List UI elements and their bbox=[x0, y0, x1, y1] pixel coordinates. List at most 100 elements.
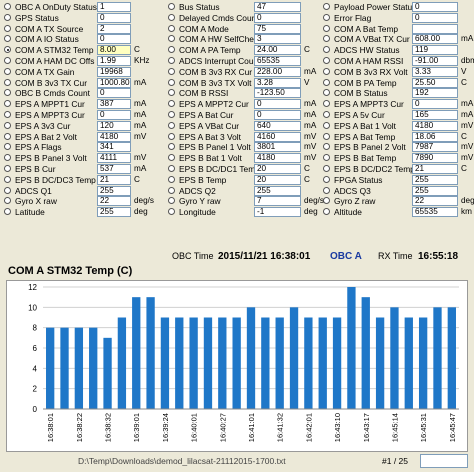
select-radio[interactable] bbox=[168, 46, 175, 54]
bar bbox=[203, 317, 213, 409]
select-radio[interactable] bbox=[168, 13, 175, 21]
select-radio[interactable] bbox=[323, 175, 330, 183]
select-radio[interactable] bbox=[323, 110, 330, 118]
select-radio[interactable] bbox=[4, 13, 11, 21]
select-radio[interactable] bbox=[323, 143, 330, 151]
field-label: EPS B Bat 1 Volt bbox=[179, 153, 242, 164]
y-tick-label: 4 bbox=[33, 364, 38, 373]
select-radio[interactable] bbox=[168, 110, 175, 118]
select-radio[interactable] bbox=[4, 100, 11, 108]
select-radio[interactable] bbox=[4, 208, 11, 216]
field-value: 1 bbox=[97, 2, 131, 12]
select-radio[interactable] bbox=[4, 154, 11, 162]
select-radio[interactable] bbox=[4, 56, 11, 64]
select-radio[interactable] bbox=[323, 132, 330, 140]
select-radio[interactable] bbox=[4, 110, 11, 118]
select-radio[interactable] bbox=[4, 24, 11, 32]
select-radio[interactable] bbox=[168, 67, 175, 75]
select-radio[interactable] bbox=[4, 3, 11, 10]
select-radio[interactable] bbox=[323, 186, 330, 194]
select-radio[interactable] bbox=[323, 197, 330, 205]
field-value: 0 bbox=[97, 88, 131, 99]
field-value: 65535 bbox=[412, 207, 458, 218]
select-radio[interactable] bbox=[168, 154, 175, 162]
select-radio[interactable] bbox=[323, 56, 330, 64]
field-unit: dbm bbox=[461, 55, 474, 65]
field-value: 120 bbox=[97, 120, 131, 131]
select-radio[interactable] bbox=[168, 132, 175, 140]
select-radio[interactable] bbox=[4, 121, 11, 129]
select-radio[interactable] bbox=[168, 78, 175, 86]
y-tick-label: 10 bbox=[28, 303, 37, 312]
field-label: Bus Status bbox=[179, 2, 220, 12]
field-unit: C bbox=[134, 45, 140, 55]
select-radio[interactable] bbox=[323, 46, 330, 54]
select-radio[interactable] bbox=[168, 208, 175, 216]
select-radio[interactable] bbox=[323, 24, 330, 32]
bar bbox=[117, 317, 127, 409]
select-radio[interactable] bbox=[323, 35, 330, 43]
select-radio[interactable] bbox=[323, 164, 330, 172]
field-value: 255 bbox=[97, 207, 131, 218]
field-value: 255 bbox=[97, 185, 131, 196]
field-value: 119 bbox=[412, 45, 458, 56]
field-unit: C bbox=[461, 163, 467, 173]
select-radio[interactable] bbox=[4, 78, 11, 86]
select-radio[interactable] bbox=[168, 100, 175, 108]
field-value: 228.00 bbox=[254, 66, 301, 77]
select-radio[interactable] bbox=[323, 78, 330, 86]
obc-selector[interactable]: OBC A bbox=[330, 251, 362, 262]
field-unit: C bbox=[304, 163, 310, 173]
select-radio[interactable] bbox=[168, 121, 175, 129]
field-value: 608.00 bbox=[412, 34, 458, 45]
select-radio[interactable] bbox=[323, 13, 330, 21]
field-label: COM A TX Gain bbox=[15, 66, 75, 77]
select-radio[interactable] bbox=[323, 3, 330, 10]
select-radio[interactable] bbox=[4, 143, 11, 151]
select-radio[interactable] bbox=[168, 3, 175, 10]
select-radio[interactable] bbox=[4, 67, 11, 75]
field-unit: deg bbox=[304, 207, 318, 217]
select-radio[interactable] bbox=[323, 208, 330, 216]
select-radio[interactable] bbox=[323, 89, 330, 97]
select-radio[interactable] bbox=[4, 197, 11, 205]
select-radio[interactable] bbox=[168, 186, 175, 194]
y-tick-label: 2 bbox=[33, 385, 38, 394]
select-radio[interactable] bbox=[4, 46, 11, 54]
field-unit: deg/s bbox=[461, 196, 474, 206]
select-radio[interactable] bbox=[4, 35, 11, 43]
field-value: 7987 bbox=[412, 142, 458, 153]
field-unit: mA bbox=[134, 109, 147, 119]
select-radio[interactable] bbox=[4, 164, 11, 172]
field-label: COM A STM32 Temp bbox=[15, 45, 94, 56]
telemetry-grid: OBC A OnDuty Status 1 GPS Status 0 COM A TX … bbox=[0, 2, 474, 250]
select-radio[interactable] bbox=[168, 89, 175, 97]
select-radio[interactable] bbox=[323, 154, 330, 162]
select-radio[interactable] bbox=[323, 121, 330, 129]
field-value: 0 bbox=[412, 99, 458, 110]
select-radio[interactable] bbox=[323, 67, 330, 75]
select-radio[interactable] bbox=[4, 175, 11, 183]
select-radio[interactable] bbox=[168, 164, 175, 172]
select-radio[interactable] bbox=[168, 35, 175, 43]
pager-input[interactable] bbox=[420, 454, 468, 468]
field-label: EPS B DC/DC2 Temp bbox=[334, 163, 415, 174]
field-label: ADCS Q1 bbox=[15, 185, 52, 196]
field-label: EPS A Bat Temp bbox=[334, 131, 396, 142]
field-value: 3 bbox=[254, 34, 301, 45]
select-radio[interactable] bbox=[4, 89, 11, 97]
select-radio[interactable] bbox=[4, 186, 11, 194]
field-unit: mA bbox=[304, 120, 317, 130]
select-radio[interactable] bbox=[168, 175, 175, 183]
bar bbox=[433, 307, 442, 409]
select-radio[interactable] bbox=[323, 100, 330, 108]
select-radio[interactable] bbox=[168, 56, 175, 64]
field-value: 165 bbox=[412, 109, 458, 120]
select-radio[interactable] bbox=[168, 24, 175, 32]
select-radio[interactable] bbox=[168, 197, 175, 205]
field-value: 7890 bbox=[412, 153, 458, 164]
field-label: Delayed Cmds Count bbox=[179, 12, 259, 23]
select-radio[interactable] bbox=[168, 143, 175, 151]
file-path: D:\Temp\Downloads\demod_lilacsat-2111201… bbox=[78, 456, 286, 466]
select-radio[interactable] bbox=[4, 132, 11, 140]
